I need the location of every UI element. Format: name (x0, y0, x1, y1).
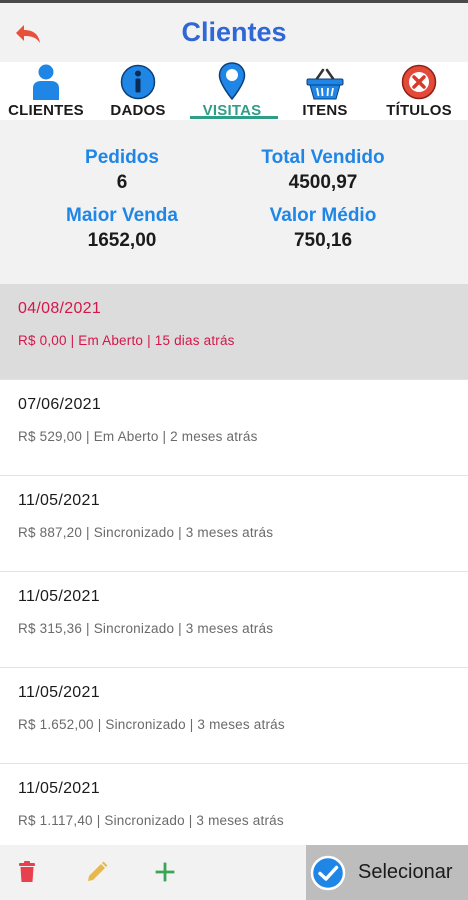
info-icon (120, 64, 156, 100)
order-row[interactable]: 11/05/2021 R$ 1.652,00 | Sincronizado | … (0, 668, 468, 764)
plus-icon (155, 862, 175, 882)
delete-button[interactable] (12, 857, 42, 887)
stat-valor-medio: Valor Médio 750,16 (240, 205, 406, 252)
order-info: R$ 0,00 | Em Aberto | 15 dias atrás (18, 333, 235, 348)
stat-value: 4500,97 (288, 172, 358, 193)
tab-titulos[interactable]: TÍTULOS (370, 62, 468, 120)
order-info: R$ 1.117,40 | Sincronizado | 3 meses atr… (18, 813, 284, 828)
order-date: 07/06/2021 (18, 396, 102, 413)
stat-value: 6 (116, 172, 128, 193)
trash-icon (19, 861, 35, 882)
order-row[interactable]: 11/05/2021 R$ 887,20 | Sincronizado | 3 … (0, 476, 468, 572)
stat-maior-venda: Maior Venda 1652,00 (50, 205, 194, 252)
stat-label: Maior Venda (66, 205, 178, 226)
stat-label: Total Vendido (261, 147, 385, 168)
select-button[interactable]: Selecionar (306, 845, 468, 900)
order-info: R$ 315,36 | Sincronizado | 3 meses atrás (18, 621, 274, 636)
stat-value: 1652,00 (87, 230, 157, 251)
tab-label: VISITAS (202, 102, 262, 119)
close-circle-icon (401, 64, 437, 100)
tab-label: ITENS (302, 102, 348, 119)
stat-label: Valor Médio (269, 205, 377, 226)
order-row[interactable]: 04/08/2021 R$ 0,00 | Em Aberto | 15 dias… (0, 284, 468, 380)
order-row[interactable]: 07/06/2021 R$ 529,00 | Em Aberto | 2 mes… (0, 380, 468, 476)
orders-list: 04/08/2021 R$ 0,00 | Em Aberto | 15 dias… (0, 284, 468, 844)
tab-bar: CLIENTES DADOS VISITAS ITENS TÍTULOS (0, 62, 468, 120)
tab-dados[interactable]: DADOS (92, 62, 184, 120)
stat-total-vendido: Total Vendido 4500,97 (240, 147, 406, 194)
edit-button[interactable] (82, 857, 112, 887)
order-date: 11/05/2021 (18, 780, 100, 797)
tab-label: CLIENTES (8, 102, 84, 119)
person-icon (33, 64, 59, 100)
page-title: Clientes (181, 17, 287, 47)
tab-clientes[interactable]: CLIENTES (0, 62, 92, 120)
order-info: R$ 887,20 | Sincronizado | 3 meses atrás (18, 525, 274, 540)
order-date: 11/05/2021 (18, 684, 100, 701)
order-date: 11/05/2021 (18, 492, 100, 509)
stat-value: 750,16 (293, 230, 353, 251)
order-info: R$ 529,00 | Em Aberto | 2 meses atrás (18, 429, 258, 444)
basket-icon (306, 68, 344, 100)
check-circle-icon (310, 855, 346, 890)
stat-label: Pedidos (85, 147, 159, 168)
bottom-toolbar: Selecionar (0, 845, 468, 900)
select-label: Selecionar (358, 861, 453, 883)
order-row[interactable]: 11/05/2021 R$ 1.117,40 | Sincronizado | … (0, 764, 468, 844)
order-date: 04/08/2021 (18, 300, 102, 317)
map-pin-icon (218, 62, 246, 100)
app-header: Clientes (0, 0, 468, 62)
tab-label: TÍTULOS (386, 102, 452, 119)
stat-pedidos: Pedidos 6 (50, 147, 194, 194)
order-row[interactable]: 11/05/2021 R$ 315,36 | Sincronizado | 3 … (0, 572, 468, 668)
tab-itens[interactable]: ITENS (280, 62, 370, 120)
add-button[interactable] (150, 857, 180, 887)
pencil-icon (88, 861, 108, 881)
tab-label: DADOS (110, 102, 166, 119)
tab-visitas[interactable]: VISITAS (184, 62, 280, 120)
stats-panel: Pedidos 6 Total Vendido 4500,97 Maior Ve… (0, 120, 468, 284)
order-info: R$ 1.652,00 | Sincronizado | 3 meses atr… (18, 717, 285, 732)
order-date: 11/05/2021 (18, 588, 100, 605)
